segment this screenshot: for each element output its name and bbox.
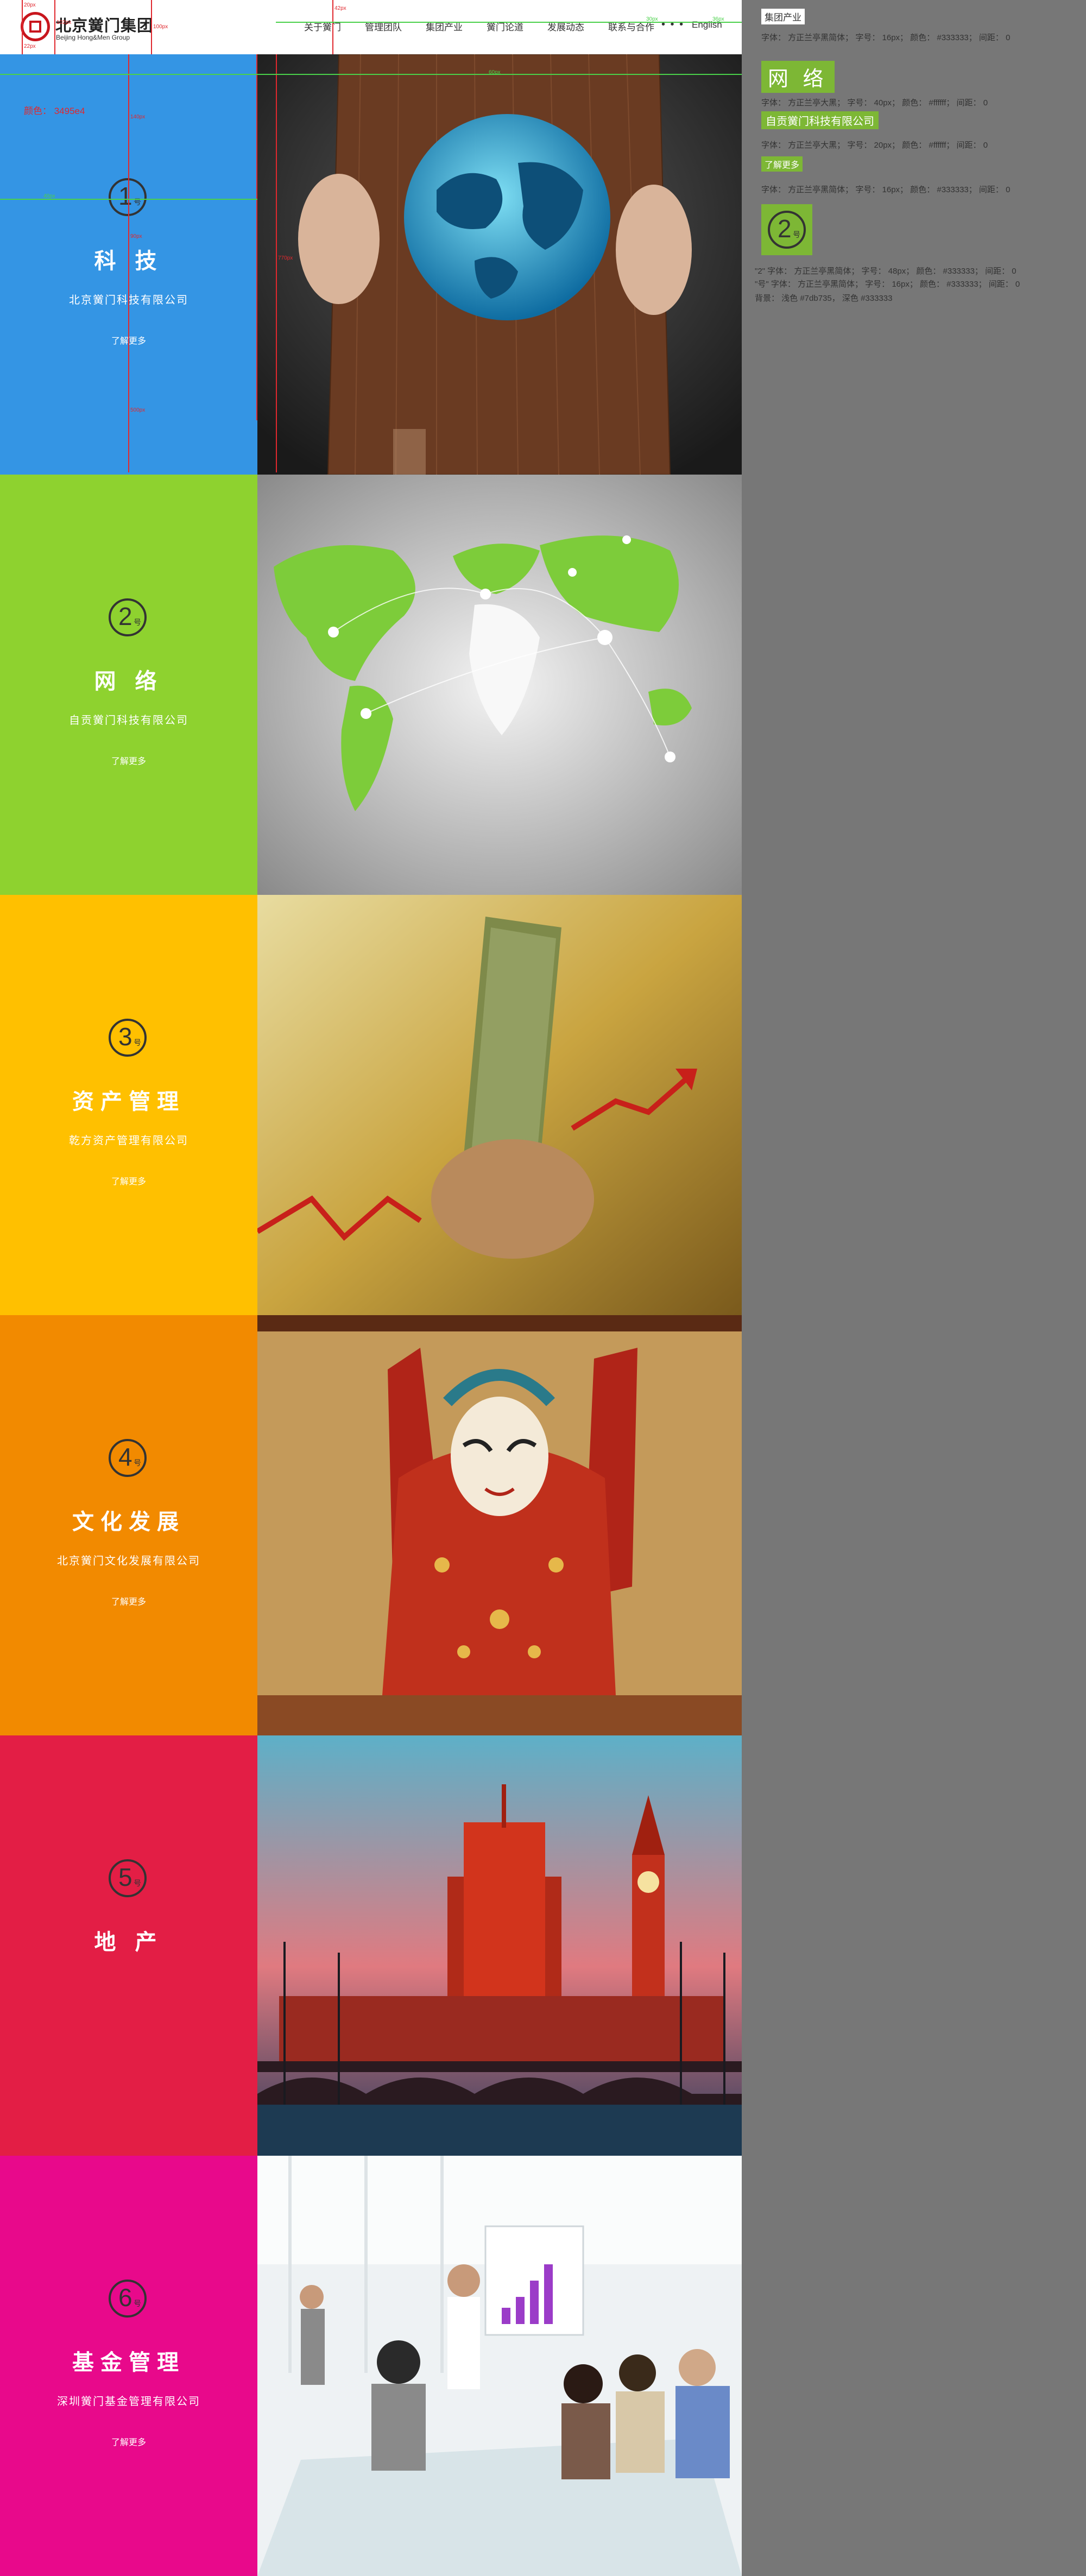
learn-more-link[interactable]: 了解更多 [0, 1174, 257, 1187]
spec-section-tag: 集团产业 [761, 9, 805, 24]
section-subtitle: 北京黉门文化发展有限公司 [57, 1555, 200, 1567]
number-digit: 4 [118, 1443, 132, 1471]
logo-text-en: Beijing Hong&Men Group [56, 34, 130, 41]
color-annotation: 颜色： 3495e4 [24, 106, 85, 116]
spec-text-line: "号" 字体： 方正兰亭黑简体； 字号： 16px； 颜色： #333333； … [755, 280, 1020, 289]
spec-text-line: "2" 字体： 方正兰亭黑简体； 字号： 48px； 颜色： #333333； … [755, 267, 1016, 276]
guide-line [256, 54, 257, 420]
learn-more-link[interactable]: 了解更多 [0, 1594, 257, 1607]
section-title: 文化发展 [72, 1510, 185, 1534]
section-title: 资产管理 [72, 1090, 185, 1114]
section-panel[interactable]: 6 号 基金管理 深圳黉门基金管理有限公司 了解更多 [0, 2156, 257, 2576]
guide-label: 40px [43, 193, 55, 199]
section-asset: 3 号 资产管理 乾方资产管理有限公司 了解更多 [0, 895, 742, 1315]
section-title: 基金管理 [72, 2351, 185, 2375]
spec-text-line: 字体： 方正兰亭黑简体； 字号： 16px； 颜色： #333333； 间距： … [761, 33, 1011, 42]
section-fund: 6 号 基金管理 深圳黉门基金管理有限公司 了解更多 [0, 2156, 742, 2576]
section-panel[interactable]: 3 号 资产管理 乾方资产管理有限公司 了解更多 [0, 895, 257, 1315]
number-badge: 2 号 [109, 598, 147, 636]
tech-image [257, 54, 742, 475]
spec-subtitle-sample: 自贡黉门科技有限公司 [761, 111, 879, 129]
meeting-room-illustration [257, 2156, 742, 2576]
number-suffix: 号 [134, 618, 141, 627]
section-real-estate: 5 号 地 产 [0, 1735, 742, 2156]
number-badge: 3 号 [109, 1019, 147, 1057]
number-suffix: 号 [134, 1038, 141, 1047]
guide-line [276, 54, 277, 472]
number-digit: 3 [118, 1022, 132, 1051]
guide-label: 770px [278, 255, 293, 261]
world-map-illustration [257, 475, 742, 895]
section-panel[interactable]: 4 号 文化发展 北京黉门文化发展有限公司 了解更多 [0, 1315, 257, 1735]
number-badge: 6 号 [109, 2280, 147, 2318]
section-title: 地 产 [94, 1930, 163, 1954]
number-suffix: 号 [134, 1459, 141, 1467]
guide-line [332, 0, 333, 54]
section-network: 2 号 网 络 自贡黉门科技有限公司 了解更多 [0, 475, 742, 895]
guide-line [0, 74, 742, 75]
spec-number-badge-sample: 2 号 [761, 204, 812, 255]
number-badge: 4 号 [109, 1439, 147, 1477]
logo-mark-icon [21, 12, 50, 41]
section-subtitle: 自贡黉门科技有限公司 [69, 715, 188, 727]
globe-hands-illustration [257, 54, 742, 475]
section-culture: 4 号 文化发展 北京黉门文化发展有限公司 了解更多 [0, 1315, 742, 1735]
number-digit: 5 [118, 1863, 132, 1891]
guide-label: 140px [130, 114, 146, 120]
number-badge: 2 号 [768, 211, 806, 249]
guide-line [128, 54, 129, 472]
number-badge: 5 号 [109, 1859, 147, 1897]
section-tech: 1 号 科 技 北京黉门科技有限公司 了解更多 [0, 54, 742, 475]
spec-more-sample: 了解更多 [761, 156, 803, 172]
guide-line [151, 0, 152, 54]
guide-line [0, 199, 257, 200]
number-digit: 1 [118, 182, 132, 210]
network-image [257, 475, 742, 895]
guide-label: 100px [153, 24, 168, 30]
number-badge: 1 号 [109, 178, 147, 216]
guide-label: 500px [130, 407, 146, 413]
guide-label: 90px [130, 233, 142, 239]
number-digit: 6 [118, 2283, 132, 2312]
learn-more-link[interactable]: 了解更多 [0, 754, 257, 767]
asset-image [257, 895, 742, 1315]
section-panel[interactable]: 2 号 网 络 自贡黉门科技有限公司 了解更多 [0, 475, 257, 895]
culture-image [257, 1315, 742, 1735]
spec-text-line: 字体： 方正兰亭大黑； 字号： 40px； 颜色： #ffffff； 间距： 0 [761, 98, 988, 108]
spec-text-line: 背景： 浅色 #7db735， 深色 #333333 [755, 294, 893, 303]
number-suffix: 号 [793, 230, 800, 239]
guide-label: 30px [646, 16, 658, 22]
more-dots-icon[interactable]: • • • [661, 18, 684, 31]
spec-text-line: 字体： 方正兰亭黑简体； 字号： 16px； 颜色： #333333； 间距： … [761, 185, 1011, 194]
number-suffix: 号 [134, 1879, 141, 1887]
section-panel[interactable]: 5 号 地 产 [0, 1735, 257, 2156]
spec-title-sample: 网 络 [761, 61, 835, 93]
guide-label: 22px [24, 43, 36, 49]
opera-mask-illustration [257, 1315, 742, 1735]
guide-label: 36px [712, 16, 724, 22]
learn-more-link[interactable]: 了解更多 [0, 2435, 257, 2448]
guide-line [54, 0, 55, 54]
guide-label: 20px [24, 2, 36, 8]
guide-line [22, 0, 23, 54]
guide-label: 42px [334, 5, 346, 11]
section-subtitle: 乾方资产管理有限公司 [69, 1135, 188, 1147]
guide-line [276, 22, 742, 23]
number-suffix: 号 [134, 198, 141, 206]
real-estate-image [257, 1735, 742, 2156]
fund-image [257, 2156, 742, 2576]
site-header: 北京黉门集团 Beijing Hong&Men Group 关于黉门 管理团队 … [0, 0, 742, 54]
guide-label: 102px [56, 20, 72, 26]
guide-label: 60px [489, 70, 501, 75]
logo[interactable]: 北京黉门集团 Beijing Hong&Men Group [21, 10, 162, 45]
spec-text-line: 字体： 方正兰亭大黑； 字号： 20px； 颜色： #ffffff； 间距： 0 [761, 141, 988, 150]
number-digit: 2 [118, 602, 132, 630]
number-digit: 2 [778, 214, 792, 243]
number-suffix: 号 [134, 2299, 141, 2308]
section-subtitle: 深圳黉门基金管理有限公司 [57, 2396, 200, 2408]
money-hand-illustration [257, 895, 742, 1315]
section-title: 网 络 [94, 670, 163, 693]
london-skyline-illustration [257, 1735, 742, 2156]
